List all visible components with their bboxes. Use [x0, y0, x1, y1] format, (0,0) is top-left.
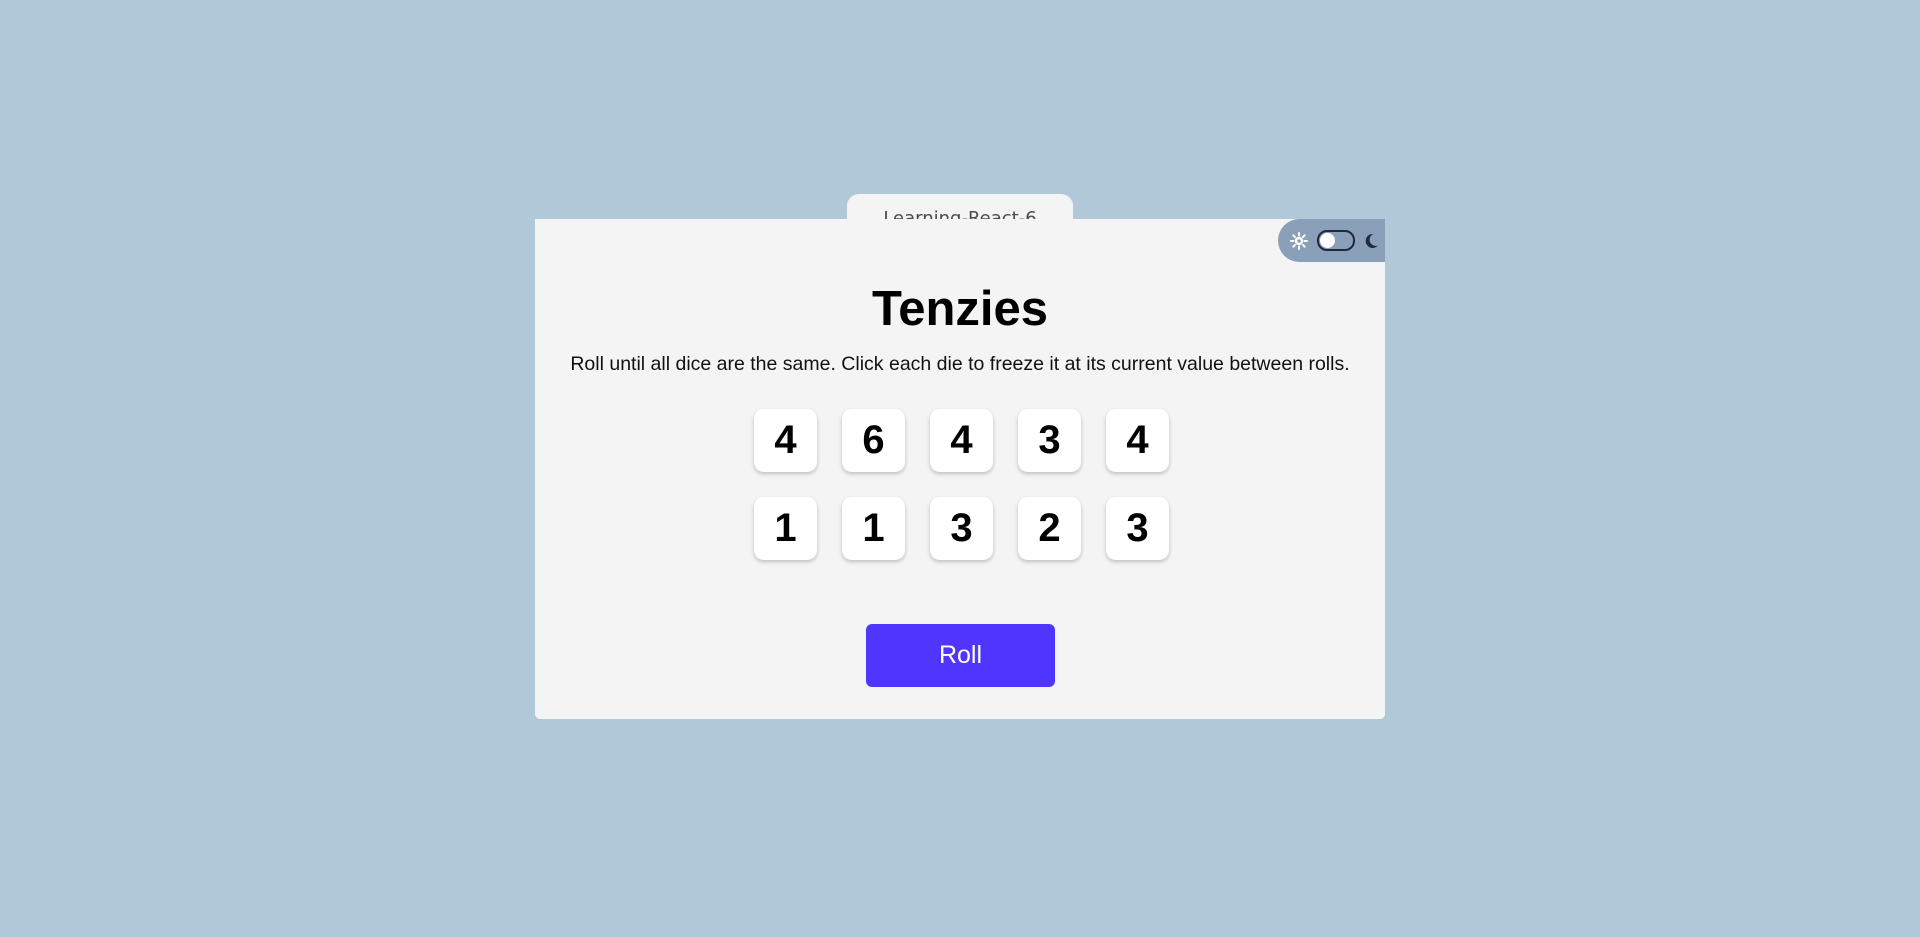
die[interactable]: 3 [1018, 409, 1081, 472]
game-card: Tenzies Roll until all dice are the same… [535, 219, 1385, 719]
switch-knob [1320, 233, 1335, 248]
instructions-text: Roll until all dice are the same. Click … [570, 353, 1350, 375]
die[interactable]: 4 [930, 409, 993, 472]
theme-toggle[interactable] [1278, 219, 1385, 262]
die[interactable]: 3 [1106, 497, 1169, 560]
die[interactable]: 3 [930, 497, 993, 560]
roll-button[interactable]: Roll [866, 624, 1055, 687]
die[interactable]: 1 [754, 497, 817, 560]
die[interactable]: 2 [1018, 497, 1081, 560]
page-title: Tenzies [871, 282, 1049, 336]
die[interactable]: 1 [842, 497, 905, 560]
moon-icon [1363, 232, 1379, 250]
dice-grid: 4 6 4 3 4 1 1 3 2 3 [754, 409, 1169, 560]
theme-switch[interactable] [1317, 230, 1355, 251]
die[interactable]: 4 [754, 409, 817, 472]
sun-icon [1289, 231, 1309, 251]
die[interactable]: 6 [842, 409, 905, 472]
page: Learning-React-6 [0, 0, 1920, 937]
die[interactable]: 4 [1106, 409, 1169, 472]
